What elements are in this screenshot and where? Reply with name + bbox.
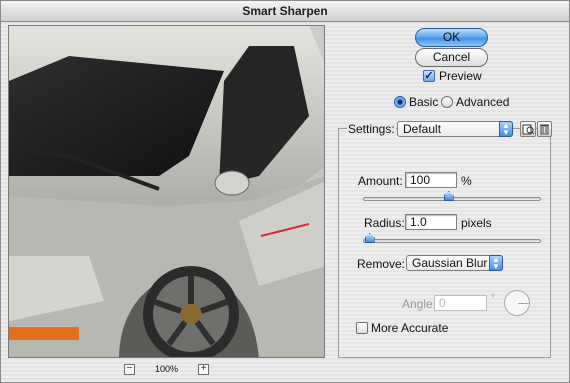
preview-checkbox[interactable]: ✓ [423, 70, 435, 82]
amount-unit: % [461, 174, 472, 188]
chevron-down-icon: ▲ ▼ [489, 255, 503, 271]
basic-radio[interactable] [394, 96, 406, 108]
car-preview-picture [9, 26, 324, 357]
advanced-radio[interactable] [441, 96, 453, 108]
preview-label: Preview [439, 69, 482, 83]
advanced-label: Advanced [456, 95, 510, 109]
cancel-button[interactable]: Cancel [415, 48, 488, 67]
angle-label: Angle: [402, 297, 437, 311]
more-accurate-label: More Accurate [371, 321, 449, 335]
plus-icon[interactable]: + [198, 363, 210, 375]
ok-button[interactable]: OK [415, 28, 488, 47]
zoom-controls: − 100% + [8, 361, 325, 377]
trash-icon[interactable] [537, 121, 552, 137]
radius-slider-track[interactable] [363, 239, 541, 243]
chevron-down-icon: ▲ ▼ [499, 121, 513, 137]
amount-field[interactable]: 100 [405, 172, 457, 188]
basic-label: Basic [409, 95, 439, 109]
settings-label: Settings: [347, 122, 396, 136]
radius-field[interactable]: 1.0 [405, 214, 457, 230]
preview-image[interactable] [8, 25, 325, 358]
angle-unit: ° [491, 293, 495, 304]
smart-sharpen-dialog: Smart Sharpen − 100% + OK Cancel ✓ Previ… [0, 0, 570, 383]
window-title[interactable]: Smart Sharpen [1, 1, 569, 22]
remove-label: Remove: [357, 257, 406, 271]
angle-dial-icon [504, 290, 530, 316]
more-accurate-checkbox[interactable] [356, 322, 368, 334]
save-settings-icon[interactable] [520, 121, 536, 137]
settings-select[interactable]: Default ▲ ▼ [397, 121, 513, 137]
remove-select[interactable]: Gaussian Blur ▲ ▼ [406, 255, 503, 271]
minus-icon[interactable]: − [123, 363, 135, 375]
amount-label: Amount: [358, 174, 403, 188]
zoom-level: 100% [154, 364, 179, 374]
settings-select-value: Default [403, 122, 442, 136]
remove-select-value: Gaussian Blur [412, 256, 488, 270]
radius-unit: pixels [461, 216, 492, 230]
angle-field: 0 [434, 295, 487, 311]
radius-label: Radius: [364, 216, 405, 230]
